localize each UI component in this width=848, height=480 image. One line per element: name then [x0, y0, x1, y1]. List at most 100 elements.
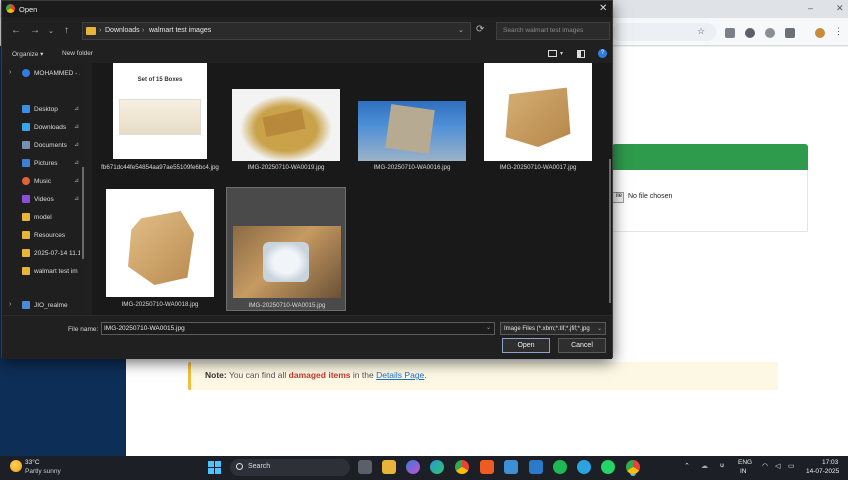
pin-icon: ⊿ — [74, 142, 80, 148]
extension-icon[interactable] — [765, 28, 775, 38]
file-name-input[interactable] — [101, 322, 495, 335]
pin-icon: ⊿ — [74, 196, 80, 202]
search-icon — [236, 463, 243, 470]
file-tile[interactable]: IMG-20250710-WA0018.jpg — [100, 187, 220, 311]
nav-item-walmart-test-images[interactable]: walmart test im — [2, 263, 86, 281]
scrollbar[interactable] — [82, 167, 84, 259]
menu-icon[interactable]: ⋮ — [834, 26, 844, 36]
chevron-down-icon[interactable]: ⌄ — [458, 26, 464, 34]
note-end: . — [424, 370, 427, 380]
cloud-icon — [22, 69, 30, 77]
chrome-icon[interactable] — [455, 460, 469, 474]
file-name: IMG-20250710-WA0015.jpg — [248, 302, 326, 309]
task-view-icon[interactable] — [358, 460, 372, 474]
battery-icon[interactable]: ▭ — [788, 462, 795, 470]
file-explorer-icon[interactable] — [382, 460, 396, 474]
nav-item-model[interactable]: model — [2, 209, 86, 227]
thumbnail-image — [106, 189, 214, 297]
details-page-link[interactable]: Details Page — [376, 370, 424, 380]
back-icon[interactable]: ← — [11, 25, 21, 36]
chevron-up-icon[interactable]: ⌃ — [684, 462, 690, 470]
breadcrumb-folder[interactable]: walmart test images — [149, 27, 211, 34]
edge-icon[interactable] — [430, 460, 444, 474]
clock-date[interactable]: 14-07-2025 — [806, 468, 839, 475]
avatar[interactable] — [815, 28, 825, 38]
pin-icon: ⊿ — [74, 160, 80, 166]
search-input[interactable]: Search walmart test images — [496, 22, 610, 40]
file-tile[interactable]: IMG-20250710-WA0019.jpg — [226, 63, 346, 185]
puzzle-icon[interactable] — [785, 28, 795, 38]
file-tile[interactable]: IMG-20250710-WA0017.jpg — [478, 63, 598, 185]
weather-description[interactable]: Partly sunny — [25, 468, 61, 475]
language-region[interactable]: IN — [740, 468, 747, 475]
language-indicator[interactable]: ENG — [738, 459, 752, 466]
folder-icon — [86, 27, 96, 35]
nav-item-pictures[interactable]: Pictures ⊿ — [2, 155, 86, 173]
nav-item-downloads[interactable]: Downloads ⊿ — [2, 119, 86, 137]
volume-icon[interactable]: ◁ — [775, 462, 780, 470]
up-icon[interactable]: ↑ — [64, 25, 69, 36]
note-text: You can find all — [226, 370, 289, 380]
expand-icon[interactable]: › — [9, 69, 11, 76]
file-name: IMG-20250710-WA0018.jpg — [121, 301, 199, 308]
nav-item-music[interactable]: Music ⊿ — [2, 173, 86, 191]
organize-button[interactable]: Organize ▾ — [12, 50, 43, 58]
brave-icon[interactable] — [480, 460, 494, 474]
preview-pane-icon[interactable] — [577, 50, 585, 58]
bookmark-star-icon[interactable]: ☆ — [697, 26, 707, 36]
upload-card — [612, 170, 808, 232]
taskbar-search[interactable]: Search — [230, 459, 350, 476]
microphone-icon[interactable]: ⍦ — [720, 462, 724, 470]
cancel-button[interactable]: Cancel — [558, 338, 606, 353]
scrollbar[interactable] — [609, 159, 611, 303]
telegram-icon[interactable] — [577, 460, 591, 474]
open-button[interactable]: Open — [502, 338, 550, 353]
extension-icon[interactable] — [725, 28, 735, 38]
new-folder-button[interactable]: New folder — [62, 50, 93, 57]
file-tile[interactable]: Set of 15 Boxes fb671dc44fe54854aa97ae55… — [100, 63, 220, 185]
address-field[interactable]: › Downloads › walmart test images ⌄ — [82, 22, 471, 40]
folder-icon — [22, 213, 30, 221]
vscode-icon[interactable] — [529, 460, 543, 474]
close-icon[interactable]: ✕ — [599, 3, 607, 14]
chevron-down-icon[interactable]: ⌄ — [486, 324, 491, 331]
breadcrumb-downloads[interactable]: Downloads — [105, 27, 140, 34]
chrome-icon — [6, 4, 15, 13]
expand-icon[interactable]: › — [9, 301, 11, 308]
minimize-icon[interactable]: – — [808, 3, 813, 13]
recent-dropdown-icon[interactable]: ⌄ — [48, 27, 54, 35]
spotify-icon[interactable] — [553, 460, 567, 474]
forward-icon[interactable]: → — [30, 25, 40, 36]
nav-item-videos[interactable]: Videos ⊿ — [2, 191, 86, 209]
weather-temperature[interactable]: 33°C — [25, 459, 40, 466]
chevron-down-icon[interactable]: ▾ — [560, 50, 563, 57]
file-type-select[interactable]: Image Files (*.xbm;*.tif;*.jfif;*.jpg ⌄ — [500, 322, 606, 335]
store-icon[interactable] — [504, 460, 518, 474]
help-icon[interactable]: ? — [598, 49, 607, 58]
nav-item-label: MOHAMMED - ... — [34, 70, 80, 77]
nav-item-documents[interactable]: Documents ⊿ — [2, 137, 86, 155]
extension-icon[interactable] — [745, 28, 755, 38]
note-prefix: Note: — [205, 370, 227, 380]
whatsapp-icon[interactable] — [601, 460, 615, 474]
nav-item-phone[interactable]: › JIO_realme — [2, 297, 86, 315]
start-button[interactable] — [208, 461, 221, 474]
cloud-icon[interactable]: ☁ — [701, 462, 708, 470]
wifi-icon[interactable]: ◠ — [762, 462, 768, 470]
navigation-pane: › MOHAMMED - ... Desktop ⊿ Downloads ⊿ D… — [2, 63, 86, 315]
upload-card-header — [612, 144, 808, 170]
nav-item-screenshots-folder[interactable]: 2025-07-14 11.1 — [2, 245, 86, 263]
file-tile[interactable]: IMG-20250710-WA0016.jpg — [352, 63, 472, 185]
breadcrumb-separator: › — [142, 27, 145, 34]
chrome-active-icon[interactable] — [626, 460, 640, 474]
nav-item-resources[interactable]: Resources — [2, 227, 86, 245]
weather-icon[interactable] — [10, 460, 22, 472]
view-icon[interactable] — [548, 50, 557, 57]
copilot-icon[interactable] — [406, 460, 420, 474]
nav-item-desktop[interactable]: Desktop ⊿ — [2, 101, 86, 119]
refresh-icon[interactable]: ⟳ — [476, 24, 484, 35]
close-icon[interactable]: ✕ — [836, 3, 844, 14]
nav-item-onedrive[interactable]: › MOHAMMED - ... — [2, 65, 86, 83]
clock-time[interactable]: 17:03 — [822, 459, 838, 466]
file-tile-selected[interactable]: IMG-20250710-WA0015.jpg — [226, 187, 346, 311]
